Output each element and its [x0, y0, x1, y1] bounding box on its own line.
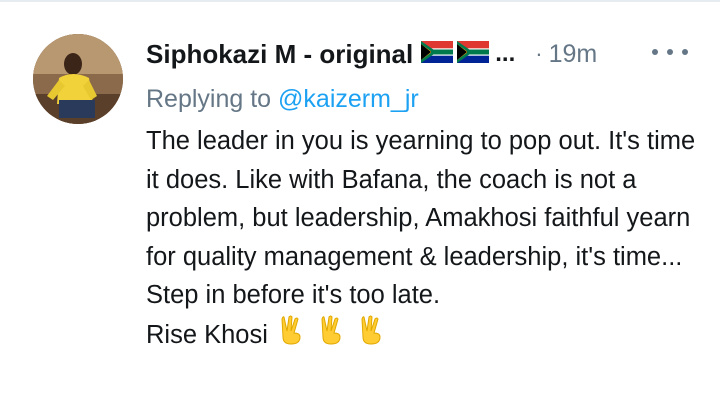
avatar[interactable] — [33, 34, 123, 124]
avatar-photo — [33, 34, 123, 124]
tweet-body: The leader in you is yearning to pop out… — [146, 122, 706, 356]
more-options-icon[interactable] — [652, 40, 688, 64]
name-truncation: ... — [495, 40, 516, 67]
replying-to: Replying to @kaizerm_jr — [146, 85, 419, 114]
reply-handle-link[interactable]: @kaizerm_jr — [278, 85, 419, 113]
sign-off-line: Rise Khosi — [146, 315, 706, 357]
timestamp[interactable]: 19m — [549, 40, 598, 69]
south-africa-flag-icon — [421, 40, 454, 68]
south-africa-flag-icon — [457, 40, 490, 68]
separator-dot: · — [535, 41, 543, 66]
author-name[interactable]: Siphokazi M - original — [146, 39, 413, 70]
victory-hand-emoji-icon — [358, 315, 384, 357]
top-divider — [0, 0, 720, 2]
replying-to-label: Replying to — [146, 85, 279, 113]
tweet-header: Siphokazi M - original ... · 19m — [146, 36, 686, 72]
tweet-text: The leader in you is yearning to pop out… — [146, 127, 696, 309]
victory-hand-emoji-icon — [318, 315, 344, 357]
sign-off-text: Rise Khosi — [146, 321, 268, 349]
victory-hand-emoji-icon — [278, 315, 304, 357]
